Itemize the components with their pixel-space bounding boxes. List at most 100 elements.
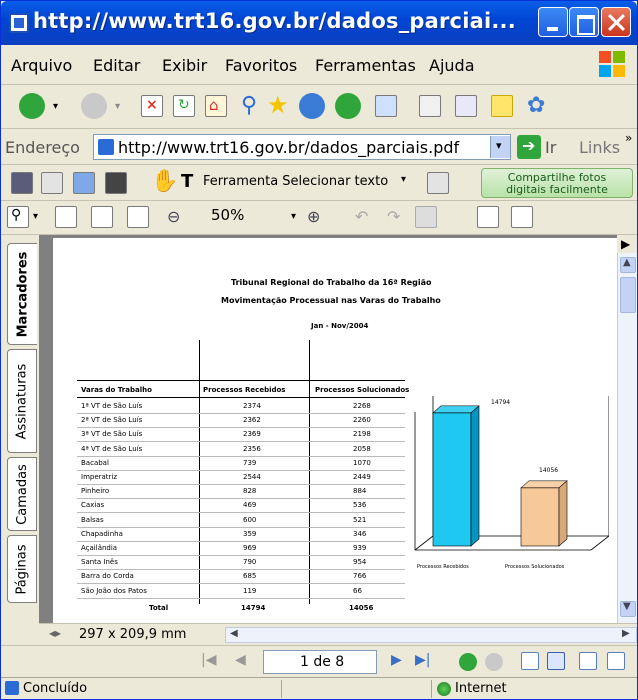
- tab-camadas[interactable]: Camadas: [7, 457, 37, 531]
- nav-pane-arrow-icon[interactable]: ▶: [621, 237, 637, 253]
- first-page-icon[interactable]: |◀: [201, 652, 216, 668]
- status-bar: Concluído Internet: [1, 677, 637, 699]
- document-view[interactable]: Tribunal Regional do Trabalho da 16ª Reg…: [39, 235, 617, 623]
- address-url[interactable]: http://www.trt16.gov.br/dados_parciais.p…: [118, 138, 459, 157]
- back-dropdown-icon[interactable]: ▾: [53, 101, 58, 112]
- table-cell-recebidos: 2544: [243, 473, 261, 481]
- select-text-icon[interactable]: T: [181, 171, 193, 192]
- history-icon[interactable]: [335, 93, 361, 119]
- media-icon[interactable]: [299, 93, 325, 119]
- zoom-tool-icon[interactable]: ⚲: [7, 206, 29, 228]
- stop-icon[interactable]: ×: [141, 95, 163, 117]
- horizontal-scrollbar[interactable]: ◀ ▶: [225, 627, 637, 643]
- menu-favoritos[interactable]: Favoritos: [225, 56, 297, 75]
- go-arrow-icon[interactable]: ➔: [517, 135, 541, 159]
- select-tool-dropdown-icon[interactable]: ▾: [401, 174, 406, 185]
- menu-ferramentas[interactable]: Ferramentas: [315, 56, 416, 75]
- windows-logo-icon: [599, 51, 627, 79]
- table-cell-solucionados: 2449: [353, 473, 371, 481]
- page-number-input[interactable]: 1 de 8: [263, 650, 377, 674]
- zoom-level[interactable]: 50%: [211, 206, 244, 224]
- scroll-up-button[interactable]: ▲: [620, 257, 636, 273]
- zoom-dropdown-icon[interactable]: ▾: [291, 211, 296, 222]
- previous-view-icon[interactable]: [459, 653, 477, 671]
- facing-icon[interactable]: [579, 652, 597, 670]
- minimize-button[interactable]: [538, 7, 568, 37]
- document-icon[interactable]: [511, 206, 533, 228]
- rotate-left-icon[interactable]: ↶: [355, 207, 368, 226]
- tab-marcadores[interactable]: Marcadores: [7, 243, 37, 345]
- menu-exibir[interactable]: Exibir: [162, 56, 207, 75]
- single-page-icon[interactable]: [521, 652, 539, 670]
- messenger-icon[interactable]: ✿: [527, 93, 545, 118]
- continuous-facing-icon[interactable]: [607, 652, 625, 670]
- scroll-right-icon[interactable]: ▶: [622, 628, 630, 639]
- zoom-out-icon[interactable]: ⊖: [167, 207, 180, 226]
- hand-tool-icon[interactable]: ✋: [151, 169, 178, 194]
- email-icon[interactable]: [73, 172, 95, 194]
- table-cell-vara: 3ª VT de São Luís: [81, 430, 143, 439]
- select-text-tool-button[interactable]: Ferramenta Selecionar texto: [203, 174, 388, 189]
- continuous-icon[interactable]: [547, 652, 565, 670]
- last-page-icon[interactable]: ▶|: [415, 652, 430, 668]
- page-navigation-bar: |◀ ◀ 1 de 8 ▶ ▶|: [1, 645, 637, 677]
- menu-ajuda[interactable]: Ajuda: [429, 56, 475, 75]
- pdf-page: Tribunal Regional do Trabalho da 16ª Reg…: [53, 238, 617, 623]
- save-icon[interactable]: [11, 172, 33, 194]
- edit-icon[interactable]: [455, 95, 477, 117]
- menu-arquivo[interactable]: Arquivo: [11, 56, 72, 75]
- share-photos-button[interactable]: Compartilhe fotos digitais facilmente: [481, 168, 633, 198]
- chart-bar: [520, 487, 560, 547]
- forward-dropdown-icon[interactable]: ▾: [115, 101, 120, 112]
- chevron-right-icon[interactable]: »: [625, 131, 632, 145]
- fit-width-icon[interactable]: [127, 206, 149, 228]
- menu-editar[interactable]: Editar: [93, 56, 140, 75]
- tab-paginas[interactable]: Páginas: [7, 535, 37, 603]
- zoom-tool-dropdown-icon[interactable]: ▾: [33, 211, 38, 222]
- address-dropdown-button[interactable]: ▾: [490, 136, 510, 158]
- scroll-left-icon[interactable]: ◀: [230, 628, 238, 639]
- internet-zone-icon: [437, 682, 451, 696]
- discuss-icon[interactable]: [491, 95, 513, 117]
- maximize-button[interactable]: [569, 7, 599, 37]
- tab-assinaturas[interactable]: Assinaturas: [7, 349, 37, 453]
- fit-page-icon[interactable]: [91, 206, 113, 228]
- tab-paginas-label: Páginas: [14, 543, 30, 595]
- zoom-in-icon[interactable]: ⊕: [307, 207, 320, 226]
- next-page-icon[interactable]: ▶: [391, 652, 402, 668]
- vertical-scrollbar[interactable]: ▲ ▼: [617, 253, 637, 623]
- page-number[interactable]: 1 de 8: [300, 654, 344, 670]
- scroll-thumb[interactable]: [620, 277, 636, 313]
- previous-page-icon[interactable]: ◀: [235, 652, 246, 668]
- print-icon[interactable]: [419, 95, 441, 117]
- pages-icon[interactable]: [477, 206, 499, 228]
- find-icon[interactable]: [105, 172, 127, 194]
- mail-icon[interactable]: [375, 95, 397, 117]
- actual-size-icon[interactable]: [55, 206, 77, 228]
- search-icon[interactable]: ⚲: [241, 93, 257, 118]
- close-button[interactable]: [601, 7, 631, 37]
- scroll-down-button[interactable]: ▼: [620, 601, 636, 617]
- forward-icon[interactable]: [81, 93, 107, 119]
- status-separator: [281, 680, 282, 698]
- print-icon[interactable]: [41, 172, 63, 194]
- window-title: http://www.trt16.gov.br/dados_parciai...: [33, 9, 516, 33]
- snapshot-icon[interactable]: [427, 172, 449, 194]
- rotate-right-icon[interactable]: ↷: [387, 207, 400, 226]
- table-row-rule: [77, 498, 405, 500]
- continuous-page-icon[interactable]: [415, 206, 437, 228]
- table-cell-solucionados: 346: [353, 529, 367, 538]
- page-size: 297 x 209,9 mm: [79, 627, 187, 642]
- resize-handle-icon[interactable]: ◂▸: [49, 626, 61, 640]
- back-icon[interactable]: [19, 93, 45, 119]
- title-bar: http://www.trt16.gov.br/dados_parciai...: [1, 1, 637, 45]
- table-cell-recebidos: 685: [243, 572, 257, 581]
- table-cell-recebidos: 359: [243, 529, 257, 538]
- address-input[interactable]: http://www.trt16.gov.br/dados_parciais.p…: [93, 134, 511, 160]
- next-view-icon[interactable]: [485, 653, 503, 671]
- go-button[interactable]: Ir: [545, 138, 556, 157]
- favorites-icon[interactable]: ★: [267, 91, 289, 119]
- refresh-icon[interactable]: ↻: [173, 95, 195, 117]
- links-button[interactable]: Links: [579, 138, 620, 157]
- home-icon[interactable]: ⌂: [205, 95, 227, 117]
